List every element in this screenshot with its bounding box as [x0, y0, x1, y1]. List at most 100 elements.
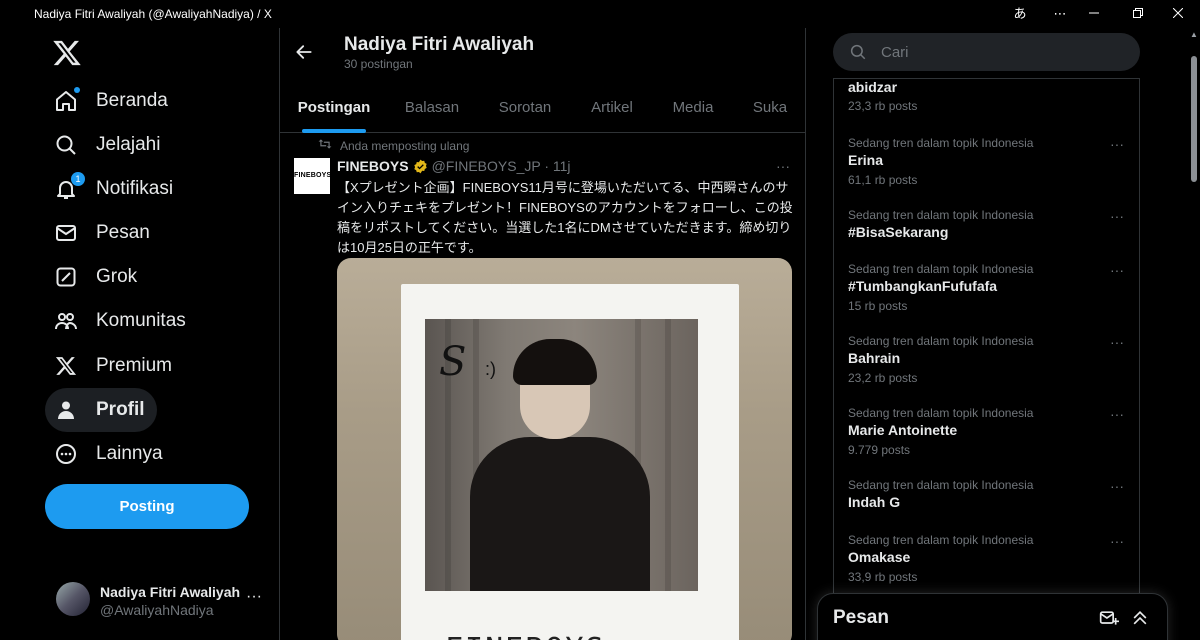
trend-item[interactable]: Sedang tren dalam topik Indonesia Erina …	[834, 136, 1139, 208]
more-icon[interactable]: ···	[246, 588, 262, 606]
search-input[interactable]	[881, 41, 1121, 63]
profile-timeline: Nadiya Fitri Awaliyah 30 postingan Posti…	[279, 28, 806, 640]
tab-sorotan[interactable]: Sorotan	[484, 84, 566, 132]
minimize-icon[interactable]	[1080, 4, 1108, 24]
nav-label: Profil	[96, 399, 145, 420]
trend-category: Sedang tren dalam topik Indonesia	[848, 136, 1034, 150]
window-more-icon[interactable]: ⋯	[1046, 4, 1074, 24]
tab-label: Postingan	[297, 99, 371, 116]
nav-item-komunitas[interactable]: Komunitas	[45, 299, 198, 343]
tab-balasan[interactable]: Balasan	[390, 84, 474, 132]
account-switcher[interactable]: Nadiya Fitri Awaliyah @AwaliyahNadiya ··…	[48, 576, 278, 624]
trend-title: Indah G	[848, 494, 901, 510]
trend-count: 23,2 rb posts	[848, 371, 918, 385]
person-body	[470, 437, 650, 591]
account-name: Nadiya Fitri Awaliyah	[100, 584, 241, 600]
nav-item-premium[interactable]: Premium	[45, 344, 184, 388]
nav-item-grok[interactable]: Grok	[45, 255, 149, 299]
scrollbar[interactable]: ▲	[1188, 28, 1200, 640]
tweet-author-avatar[interactable]: FINEBOYS	[294, 158, 331, 194]
tab-postingan[interactable]: Postingan	[288, 84, 380, 133]
trend-title: Erina	[848, 152, 884, 168]
unread-dot	[74, 87, 80, 93]
close-icon[interactable]	[1164, 4, 1192, 24]
new-message-icon[interactable]	[1099, 608, 1119, 628]
trend-count: 33,9 rb posts	[848, 570, 918, 584]
trend-item[interactable]: Sedang tren dalam topik Indonesia Marie …	[834, 406, 1139, 478]
trend-item[interactable]: Sedang tren dalam topik Indonesia #Tumba…	[834, 262, 1139, 334]
verified-badge-icon	[413, 159, 428, 174]
nav-label: Premium	[96, 355, 173, 376]
nav-item-profil[interactable]: Profil	[45, 388, 157, 432]
search-box[interactable]	[833, 33, 1140, 71]
post-count: 30 postingan	[344, 57, 413, 71]
nav-item-jelajahi[interactable]: Jelajahi	[45, 123, 172, 167]
trend-title: #BisaSekarang	[848, 224, 949, 240]
bell-icon: 1	[53, 172, 85, 202]
notification-badge: 1	[71, 172, 85, 186]
trend-title: Bahrain	[848, 350, 901, 366]
tweet-handle-time: @FINEBOYS_JP · 11j	[431, 158, 571, 174]
expand-chevron-icon[interactable]	[1130, 608, 1150, 628]
trend-category: Sedang tren dalam topik Indonesia	[848, 533, 1034, 547]
search-icon	[53, 132, 79, 158]
trend-category: Sedang tren dalam topik Indonesia	[848, 406, 1034, 420]
nav-item-notifikasi[interactable]: 1 Notifikasi	[45, 167, 185, 211]
trend-more-icon[interactable]: ···	[1110, 478, 1124, 494]
people-icon	[53, 308, 79, 334]
trend-title: abidzar	[848, 79, 898, 95]
messages-drawer[interactable]: Pesan	[817, 593, 1168, 640]
scroll-thumb[interactable]	[1191, 56, 1197, 182]
repost-label: Anda memposting ulang	[340, 138, 470, 153]
trends-panel: abidzar 23,3 rb posts Sedang tren dalam …	[833, 78, 1140, 640]
restore-icon[interactable]	[1124, 4, 1152, 24]
scroll-up-icon[interactable]: ▲	[1190, 30, 1198, 39]
trend-more-icon[interactable]: ···	[1110, 208, 1124, 224]
nav-label: Komunitas	[96, 310, 186, 331]
tab-suka[interactable]: Suka	[740, 84, 800, 132]
trend-category: Sedang tren dalam topik Indonesia	[848, 334, 1034, 348]
nav-item-pesan[interactable]: Pesan	[45, 211, 162, 255]
x-logo-icon[interactable]	[52, 38, 82, 68]
nav-item-lainnya[interactable]: Lainnya	[45, 432, 175, 476]
window-titlebar: Nadiya Fitri Awaliyah (@AwaliyahNadiya) …	[0, 0, 1200, 28]
more-circle-icon	[53, 441, 79, 467]
trend-category: Sedang tren dalam topik Indonesia	[848, 262, 1034, 276]
trend-more-icon[interactable]: ···	[1110, 262, 1124, 278]
grok-icon	[53, 264, 79, 290]
portrait-photo: S :)	[425, 319, 698, 591]
trend-category: Sedang tren dalam topik Indonesia	[848, 208, 1034, 222]
home-icon	[53, 87, 80, 114]
tweet-header: FINEBOYS @FINEBOYS_JP · 11j	[337, 158, 571, 174]
autograph-signature: S	[439, 339, 467, 385]
tab-artikel[interactable]: Artikel	[576, 84, 648, 132]
trend-count: 23,3 rb posts	[848, 99, 918, 113]
mail-icon	[53, 220, 79, 246]
repost-indicator: Anda memposting ulang	[318, 138, 469, 153]
trend-more-icon[interactable]: ···	[1110, 136, 1124, 152]
trend-count: 9.779 posts	[848, 443, 911, 457]
translate-icon[interactable]: あ	[1006, 4, 1034, 24]
tweet-media-image[interactable]: S :) FINEBOYS	[337, 258, 792, 640]
trend-more-icon[interactable]: ···	[1110, 334, 1124, 350]
x-logo-icon	[53, 353, 79, 379]
tweet-author-name[interactable]: FINEBOYS	[337, 158, 409, 174]
trend-more-icon[interactable]: ···	[1110, 533, 1124, 549]
trend-count: 61,1 rb posts	[848, 173, 918, 187]
nav-label: Beranda	[96, 90, 168, 111]
trend-item[interactable]: abidzar 23,3 rb posts	[834, 79, 1139, 141]
nav-item-beranda[interactable]: Beranda	[45, 79, 180, 123]
post-button[interactable]: Posting	[45, 484, 249, 529]
tweet-more-icon[interactable]: ···	[776, 158, 790, 174]
tweet-text: 【Xプレゼント企画】FINEBOYS11月号に登場いただいてる、中西瞬さんのサイ…	[337, 180, 793, 255]
page-title: Nadiya Fitri Awaliyah	[344, 34, 535, 55]
back-arrow-icon[interactable]	[294, 42, 314, 62]
tab-media[interactable]: Media	[662, 84, 724, 132]
person-icon	[53, 397, 79, 423]
trend-title: Marie Antoinette	[848, 422, 958, 438]
nav-label: Grok	[96, 266, 138, 287]
messages-drawer-title: Pesan	[833, 607, 889, 628]
account-handle: @AwaliyahNadiya	[100, 602, 214, 618]
trend-item[interactable]: Sedang tren dalam topik Indonesia Bahrai…	[834, 334, 1139, 406]
trend-more-icon[interactable]: ···	[1110, 406, 1124, 422]
